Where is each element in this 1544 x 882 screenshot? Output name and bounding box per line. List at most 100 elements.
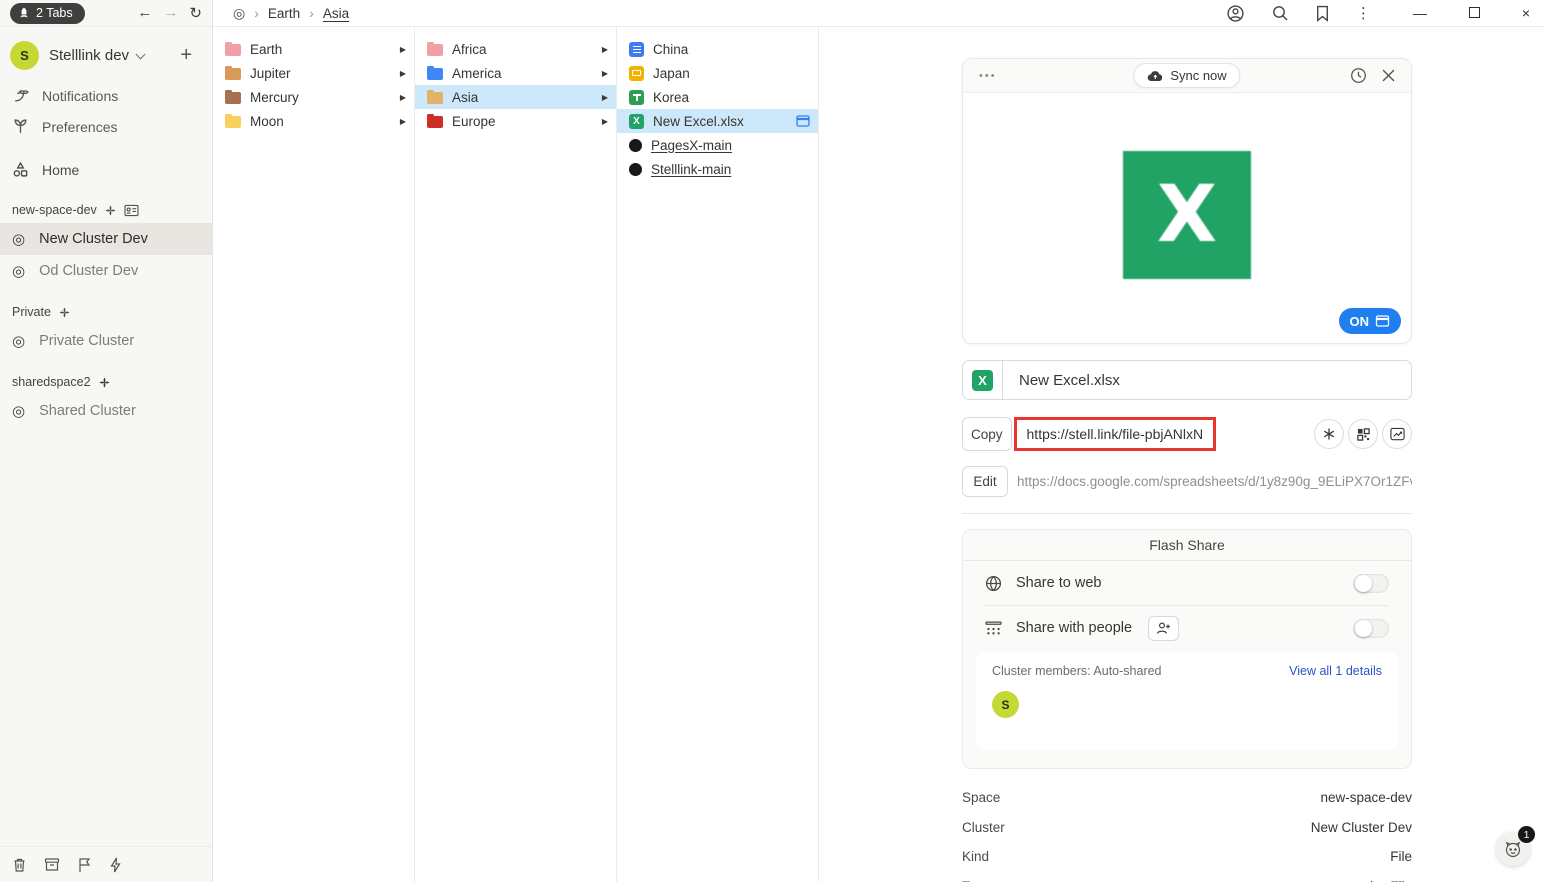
file-row-stelllink-main[interactable]: Stelllink-main <box>617 157 818 181</box>
column-continents: Africa ▶ America ▶ Asia ▶ Europe ▶ <box>415 27 617 882</box>
workspace-switcher[interactable]: S Stelllink dev + <box>0 27 212 80</box>
sidebar-item-shared-cluster[interactable]: ◎ Shared Cluster <box>0 395 212 427</box>
space-sync-icon <box>104 204 117 217</box>
maximize-button[interactable] <box>1469 5 1480 21</box>
folder-label: Europe <box>452 114 593 129</box>
sidebar-item-preferences[interactable]: Preferences <box>0 111 212 142</box>
search-icon[interactable] <box>1271 4 1289 22</box>
add-person-button[interactable] <box>1148 616 1179 641</box>
section-header-new-space-dev[interactable]: new-space-dev <box>0 185 212 223</box>
archive-icon[interactable] <box>44 857 60 872</box>
file-row-pagesx-main[interactable]: PagesX-main <box>617 133 818 157</box>
meta-row-type: Type xlsx File <box>962 872 1412 882</box>
sync-now-button[interactable]: Sync now <box>1133 63 1240 88</box>
globe-icon <box>985 575 1002 592</box>
asterisk-button[interactable] <box>1314 419 1344 449</box>
member-avatar[interactable]: S <box>992 691 1019 718</box>
back-button[interactable]: ← <box>137 4 152 22</box>
assistant-button[interactable]: 1 <box>1496 832 1530 866</box>
forward-button[interactable]: → <box>163 4 178 22</box>
sidebar-item-notifications[interactable]: Notifications <box>0 80 212 111</box>
file-row-japan[interactable]: Japan <box>617 61 818 85</box>
folder-row-moon[interactable]: Moon ▶ <box>213 109 414 133</box>
close-button[interactable]: × <box>1522 5 1530 21</box>
cluster-label: New Cluster Dev <box>39 231 148 247</box>
folder-row-america[interactable]: America ▶ <box>415 61 616 85</box>
meta-value: New Cluster Dev <box>1311 820 1412 835</box>
breadcrumb-root-icon[interactable]: ◎ <box>233 5 245 22</box>
sidebar-item-private-cluster[interactable]: ◎ Private Cluster <box>0 325 212 357</box>
edit-url-text[interactable]: https://docs.google.com/spreadsheets/d/1… <box>1017 474 1412 489</box>
on-toggle-button[interactable]: ON <box>1339 308 1402 334</box>
file-label: China <box>653 42 810 57</box>
file-label: Stelllink-main <box>651 162 810 177</box>
minimize-button[interactable]: — <box>1413 5 1427 21</box>
view-all-details-link[interactable]: View all 1 details <box>1289 664 1382 678</box>
more-menu-icon[interactable]: ⋮ <box>1356 4 1371 22</box>
file-label: Korea <box>653 90 810 105</box>
cluster-icon: ◎ <box>12 332 25 350</box>
share-to-web-toggle[interactable] <box>1353 574 1389 593</box>
sidebar-topbar: 2 Tabs ← → ↻ <box>0 0 212 27</box>
folder-row-europe[interactable]: Europe ▶ <box>415 109 616 133</box>
trash-icon[interactable] <box>12 857 27 873</box>
lightning-icon[interactable] <box>109 857 122 873</box>
topbar: ◎ › Earth › Asia ⋮ — <box>213 0 1544 27</box>
section-header-private[interactable]: Private <box>0 287 212 325</box>
asterisk-icon <box>1322 427 1336 441</box>
section-title: new-space-dev <box>12 203 97 217</box>
expand-arrow-icon: ▶ <box>400 45 406 54</box>
flash-share-section: Flash Share Share to web <box>962 529 1412 769</box>
chevron-down-icon <box>136 49 146 59</box>
card-menu-icon[interactable]: ••• <box>979 70 997 82</box>
folder-row-jupiter[interactable]: Jupiter ▶ <box>213 61 414 85</box>
new-tab-button[interactable]: + <box>180 44 200 67</box>
cluster-icon: ◎ <box>12 402 25 420</box>
workspace-avatar: S <box>10 41 39 70</box>
file-name-field[interactable]: X New Excel.xlsx <box>962 360 1412 400</box>
workspace-name: Stelllink dev <box>49 47 129 64</box>
edit-button[interactable]: Edit <box>962 466 1008 497</box>
bookmark-icon[interactable] <box>1315 5 1330 22</box>
folder-row-africa[interactable]: Africa ▶ <box>415 37 616 61</box>
share-to-web-label: Share to web <box>1016 575 1101 591</box>
sync-now-label: Sync now <box>1170 68 1226 83</box>
share-with-people-toggle[interactable] <box>1353 619 1389 638</box>
close-panel-icon[interactable] <box>1382 69 1395 82</box>
metadata-list: Space new-space-dev Cluster New Cluster … <box>962 783 1412 882</box>
section-header-sharedspace2[interactable]: sharedspace2 <box>0 357 212 395</box>
history-clock-icon[interactable] <box>1350 67 1367 84</box>
section-title: Private <box>12 305 51 319</box>
qr-code-button[interactable] <box>1348 419 1378 449</box>
file-row-new-excel-selected[interactable]: X New Excel.xlsx <box>617 109 818 133</box>
copy-button[interactable]: Copy <box>962 417 1012 451</box>
file-row-korea[interactable]: Korea <box>617 85 818 109</box>
column-planets: Earth ▶ Jupiter ▶ Mercury ▶ Moon ▶ <box>213 27 415 882</box>
folder-row-asia-selected[interactable]: Asia ▶ <box>415 85 616 109</box>
content-area: Earth ▶ Jupiter ▶ Mercury ▶ Moon ▶ <box>213 27 1544 882</box>
open-window-icon[interactable] <box>796 115 810 127</box>
excel-icon: X <box>972 370 993 391</box>
tabs-badge[interactable]: 2 Tabs <box>10 3 85 24</box>
sidebar-item-label: Preferences <box>42 119 117 135</box>
folder-row-mercury[interactable]: Mercury ▶ <box>213 85 414 109</box>
sidebar-item-od-cluster-dev[interactable]: ◎ Od Cluster Dev <box>0 255 212 287</box>
analytics-button[interactable] <box>1382 419 1412 449</box>
account-icon[interactable] <box>1226 4 1245 23</box>
tabs-badge-label: 2 Tabs <box>36 6 73 20</box>
sidebar-item-new-cluster-dev[interactable]: ◎ New Cluster Dev <box>0 223 212 255</box>
breadcrumb-item-asia[interactable]: Asia <box>323 6 349 21</box>
sidebar-item-home[interactable]: Home <box>0 154 212 185</box>
folder-label: Mercury <box>250 90 391 105</box>
breadcrumb-item-earth[interactable]: Earth <box>268 6 300 21</box>
cluster-label: Shared Cluster <box>39 403 136 419</box>
person-add-icon <box>1156 621 1172 635</box>
refresh-button[interactable]: ↻ <box>189 4 202 22</box>
folder-label: Moon <box>250 114 391 129</box>
share-link-field[interactable]: https://stell.link/file-pbjANlxN <box>1014 417 1217 451</box>
maximize-icon <box>1469 7 1480 18</box>
section-title: sharedspace2 <box>12 375 91 389</box>
file-row-china[interactable]: China <box>617 37 818 61</box>
flag-icon[interactable] <box>77 857 92 873</box>
folder-row-earth[interactable]: Earth ▶ <box>213 37 414 61</box>
